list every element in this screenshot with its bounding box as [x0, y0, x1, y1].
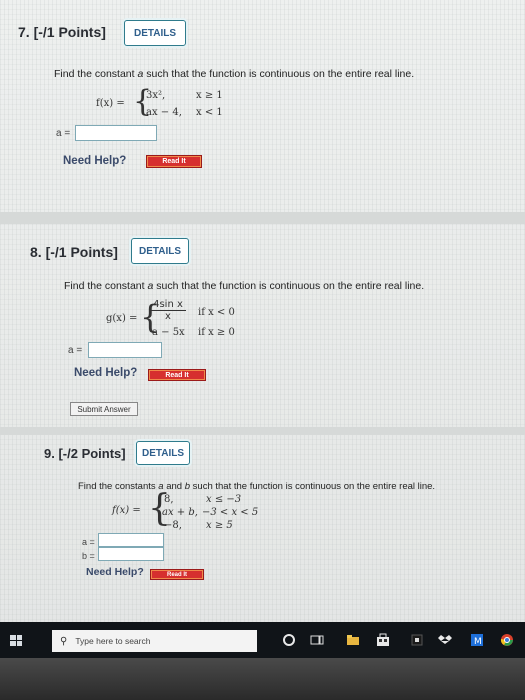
q8-need-help: Need Help? — [74, 367, 138, 379]
q8-fraction: 4sin x x — [150, 299, 186, 322]
q8-function-name: g(x) = — [106, 313, 138, 324]
q9-piece2-cond: −3 < x < 5 — [202, 507, 259, 518]
q9-piece1-cond: x ≤ −3 — [206, 494, 242, 505]
q8-fraction-denominator: x — [165, 311, 171, 322]
q9-answer-b-input[interactable] — [98, 547, 164, 561]
q7-details-button[interactable]: DETAILS — [124, 20, 186, 46]
q9-answer-a-input[interactable] — [98, 533, 164, 547]
chrome-icon[interactable] — [500, 633, 514, 647]
q7-prompt: Find the constant a such that the functi… — [54, 68, 415, 80]
q9-piece3-cond: x ≥ 5 — [206, 520, 233, 531]
q9-answer-b-label: b = — [82, 551, 95, 561]
q7-need-help: Need Help? — [63, 155, 127, 167]
q9-function-name: f(x) = — [112, 505, 141, 516]
q9-read-it-button[interactable]: Read It — [150, 569, 204, 580]
q7-piece1-expr: 3x², — [146, 90, 166, 101]
q7-function-name: f(x) = — [96, 98, 125, 109]
app-blue-icon[interactable]: M — [470, 633, 484, 647]
q9-answer-a-label: a = — [82, 537, 95, 547]
q7-read-it-button[interactable]: Read It — [146, 155, 202, 168]
q9-need-help: Need Help? — [86, 566, 144, 578]
cortana-icon[interactable] — [282, 633, 296, 647]
svg-text:M: M — [474, 637, 482, 647]
q9-piece2-expr: ax + b, — [162, 507, 198, 518]
task-view-icon[interactable] — [310, 633, 324, 647]
q9-details-button[interactable]: DETAILS — [136, 441, 190, 465]
q7-piece1-cond: x ≥ 1 — [196, 90, 223, 101]
q8-read-it-button[interactable]: Read It — [148, 369, 206, 381]
store-icon[interactable] — [376, 633, 390, 647]
q8-piece2-cond: if x ≥ 0 — [198, 327, 235, 338]
q9-piece1-expr: 8, — [164, 494, 174, 505]
q8-answer-label: a = — [68, 345, 83, 356]
q9-header: 9. [-/2 Points] — [44, 446, 126, 461]
q8-answer-input[interactable] — [88, 342, 162, 358]
q7-header: 7. [-/1 Points] — [18, 24, 106, 40]
q7-piece2-cond: x < 1 — [196, 107, 223, 118]
browser-page: 7. [-/1 Points] DETAILS Find the constan… — [0, 0, 525, 640]
section-divider — [0, 212, 525, 224]
taskbar: ⚲ Type here to search M — [0, 622, 525, 658]
q8-piece2-expr: a − 5x — [152, 327, 185, 338]
q9-piece3-expr: −8, — [164, 520, 182, 531]
q8-fraction-numerator: 4sin x — [150, 299, 186, 311]
q7-piece2-expr: ax − 4, — [146, 107, 182, 118]
search-icon: ⚲ — [60, 635, 68, 647]
q8-piece1-cond: if x < 0 — [198, 307, 235, 318]
monitor-bezel — [0, 658, 525, 700]
app-icon[interactable] — [410, 633, 424, 647]
q8-prompt: Find the constant a such that the functi… — [64, 280, 425, 292]
q8-details-button[interactable]: DETAILS — [131, 238, 189, 264]
taskbar-search-placeholder: Type here to search — [75, 636, 151, 646]
q9-prompt: Find the constants a and b such that the… — [78, 481, 436, 492]
submit-answer-button[interactable]: Submit Answer — [70, 402, 138, 416]
background-pattern — [0, 0, 525, 640]
q7-answer-label: a = — [56, 128, 71, 139]
dropbox-icon[interactable] — [438, 633, 452, 647]
section-divider — [0, 427, 525, 435]
file-explorer-icon[interactable] — [346, 633, 360, 647]
taskbar-search-box[interactable]: ⚲ Type here to search — [52, 630, 257, 652]
windows-start-icon[interactable] — [10, 635, 22, 646]
q7-answer-input[interactable] — [75, 125, 157, 141]
q8-header: 8. [-/1 Points] — [30, 244, 118, 260]
